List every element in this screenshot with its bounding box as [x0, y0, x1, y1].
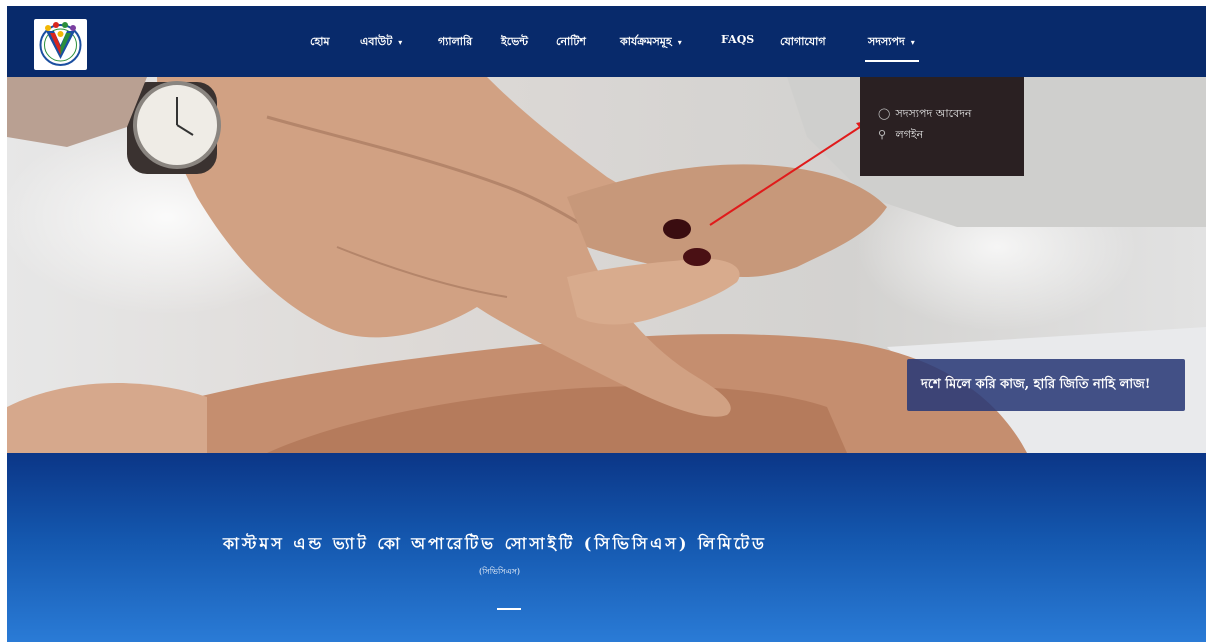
hero-banner: দশে মিলে করি কাজ, হারি জিতি নাহি লাজ!	[7, 77, 1206, 453]
nav-item-label: কার্যক্রমসমূহ	[620, 35, 672, 48]
nav-item-label: এবাউট	[360, 35, 393, 48]
user-icon: ◯	[878, 107, 891, 120]
dropdown-item-login[interactable]: ⚲ লগইন	[878, 126, 923, 145]
page: হোম এবাউট ▾ গ্যালারি ইভেন্ট নোটিশ কার্যক্…	[0, 0, 1208, 644]
nav-item-label: নোটিশ	[556, 35, 586, 48]
nav-item-label: সদস্যপদ	[868, 35, 905, 48]
org-title: কাস্টমস এন্ড ভ্যাট কো অপারেটিভ সোসাইটি (…	[223, 534, 767, 553]
chevron-down-icon: ▾	[398, 37, 403, 47]
nav-item-about[interactable]: এবাউট ▾	[360, 33, 402, 52]
dropdown-item-membership-application[interactable]: ◯ সদস্যপদ আবেদন	[878, 105, 971, 124]
logo-emblem-icon	[39, 22, 82, 66]
key-icon: ⚲	[878, 128, 887, 141]
nav-item-label: হোম	[310, 35, 330, 48]
membership-dropdown: ◯ সদস্যপদ আবেদন ⚲ লগইন	[860, 77, 1024, 176]
site-logo[interactable]	[34, 19, 87, 70]
chevron-down-icon: ▾	[677, 37, 682, 47]
nav-item-label: ইভেন্ট	[501, 35, 528, 48]
nav-item-membership[interactable]: সদস্যপদ ▾	[865, 33, 919, 62]
website-frame: হোম এবাউট ▾ গ্যালারি ইভেন্ট নোটিশ কার্যক্…	[7, 6, 1206, 642]
org-intro-section: কাস্টমস এন্ড ভ্যাট কো অপারেটিভ সোসাইটি (…	[7, 453, 1206, 642]
nav-item-label: FAQS	[721, 33, 755, 46]
nav-item-events[interactable]: ইভেন্ট	[501, 33, 528, 52]
dropdown-item-label: লগইন	[895, 128, 924, 141]
hero-tagline: দশে মিলে করি কাজ, হারি জিতি নাহি লাজ!	[907, 359, 1185, 411]
chevron-down-icon: ▾	[910, 37, 915, 47]
nav-item-label: গ্যালারি	[438, 35, 473, 48]
nav-item-faqs[interactable]: FAQS	[721, 33, 754, 46]
top-navbar: হোম এবাউট ▾ গ্যালারি ইভেন্ট নোটিশ কার্যক্…	[7, 6, 1206, 77]
org-short-name: (সিভিসিএস)	[479, 567, 521, 576]
nav-item-home[interactable]: হোম	[310, 33, 330, 52]
hero-tagline-text: দশে মিলে করি কাজ, হারি জিতি নাহি লাজ!	[921, 377, 1151, 392]
section-divider	[497, 608, 521, 610]
nav-item-activities[interactable]: কার্যক্রমসমূহ ▾	[620, 33, 682, 52]
nav-item-label: যোগাযোগ	[780, 35, 826, 48]
dropdown-item-label: সদস্যপদ আবেদন	[895, 107, 972, 120]
nav-item-contact[interactable]: যোগাযোগ	[780, 33, 826, 52]
nav-item-notices[interactable]: নোটিশ	[556, 33, 586, 52]
nav-item-gallery[interactable]: গ্যালারি	[438, 33, 472, 52]
